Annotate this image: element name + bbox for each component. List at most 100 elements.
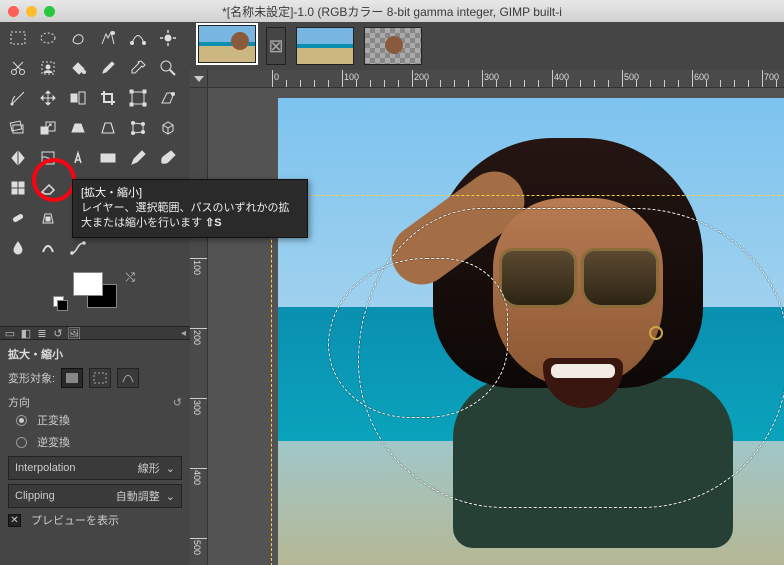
direction-reverse-radio[interactable]	[16, 437, 27, 448]
direction-normal-label: 正変換	[37, 412, 70, 428]
fuzzy-select-tool[interactable]	[96, 26, 120, 50]
reset-direction-icon[interactable]: ↺	[173, 396, 182, 409]
color-swatches: ⤭	[6, 266, 184, 318]
window-title: *[名称未設定]-1.0 (RGBカラー 8-bit gamma integer…	[222, 3, 562, 20]
free-select-tool[interactable]	[66, 26, 90, 50]
image-tab-2[interactable]	[296, 27, 354, 65]
spacer3	[126, 236, 150, 260]
canvas[interactable]	[208, 88, 784, 565]
tab-menu-icon[interactable]: ◂	[181, 328, 186, 339]
warp-tool[interactable]	[36, 146, 60, 170]
swap-colors-icon[interactable]: ⤭	[125, 270, 135, 285]
chevron-down-icon: ⌄	[166, 490, 175, 503]
ellipse-select-tool[interactable]	[36, 26, 60, 50]
transform-target-label: 変形対象:	[8, 370, 55, 386]
device-status-tab[interactable]: ◧	[20, 327, 32, 339]
horizontal-ruler[interactable]: 0100200300400500600700800	[208, 70, 784, 88]
handle-transform-tool[interactable]	[156, 86, 180, 110]
perspective-tool[interactable]	[96, 116, 120, 140]
direction-reverse-label: 逆変換	[37, 434, 70, 450]
clipping-value: 自動調整	[116, 488, 160, 504]
direction-label: 方向	[8, 394, 30, 410]
eraser-tool[interactable]	[36, 176, 60, 200]
image-tab-3[interactable]	[364, 27, 422, 65]
ruler-label: 300	[192, 400, 202, 415]
image-tab-1[interactable]	[198, 25, 256, 63]
images-tab[interactable]: 🖼	[68, 327, 80, 339]
gradient-tool[interactable]	[96, 146, 120, 170]
rect-select-tool[interactable]	[6, 26, 30, 50]
heal-tool[interactable]	[6, 206, 30, 230]
3d-transform-tool[interactable]	[156, 116, 180, 140]
paintbrush-tool[interactable]	[156, 146, 180, 170]
cut-tool[interactable]	[6, 56, 30, 80]
move-tool[interactable]	[36, 86, 60, 110]
preview-label: プレビューを表示	[31, 512, 119, 528]
unified-transform-tool[interactable]	[126, 86, 150, 110]
layers-tab[interactable]: ≣	[36, 327, 48, 339]
image-tabs: ⊠	[190, 22, 784, 70]
minimize-window-icon[interactable]	[26, 6, 37, 17]
scale-tool[interactable]	[36, 116, 60, 140]
left-dock: ⤭ ▭ ◧ ≣ ↺ 🖼 ◂ 拡大・縮小 変形対象: 方向 ↺	[0, 22, 190, 565]
image-tab-close[interactable]: ⊠	[266, 27, 286, 65]
foreground-color-swatch[interactable]	[73, 272, 103, 296]
color-picker-tool[interactable]	[96, 56, 120, 80]
curves-tool[interactable]	[66, 236, 90, 260]
toolbox: ⤭	[0, 22, 190, 326]
text-tool[interactable]	[66, 146, 90, 170]
transform-path-button[interactable]	[117, 368, 139, 388]
interpolation-label: Interpolation	[15, 462, 76, 474]
eyedropper-tool[interactable]	[126, 56, 150, 80]
align-tool[interactable]	[66, 86, 90, 110]
tooltip-shortcut: ⇧S	[205, 217, 222, 229]
interpolation-select[interactable]: Interpolation 線形 ⌄	[8, 456, 182, 480]
crop-tool[interactable]	[96, 86, 120, 110]
perspective-clone-tool[interactable]	[36, 206, 60, 230]
tool-options-panel: 拡大・縮小 変形対象: 方向 ↺ 正変換 逆変換 Interpolation	[0, 340, 190, 565]
spacer4	[156, 236, 180, 260]
image-content	[278, 98, 784, 565]
spacer2	[96, 236, 120, 260]
ruler-label: 200	[192, 330, 202, 345]
foreground-select-tool[interactable]	[36, 56, 60, 80]
close-window-icon[interactable]	[8, 6, 19, 17]
lighting-tool[interactable]	[156, 26, 180, 50]
measure-tool[interactable]	[6, 86, 30, 110]
reset-colors-icon[interactable]	[53, 296, 67, 310]
ruler-origin-icon[interactable]	[190, 70, 208, 88]
bucket-fill-tool[interactable]	[66, 56, 90, 80]
flip-tool[interactable]	[6, 146, 30, 170]
interpolation-value: 線形	[138, 460, 160, 476]
transform-layer-button[interactable]	[61, 368, 83, 388]
canvas-wrap: 0100200300400500600700800 01002003004005…	[190, 70, 784, 565]
pencil-tool[interactable]	[126, 146, 150, 170]
direction-normal-radio[interactable]	[16, 415, 27, 426]
tool-tooltip: [拡大・縮小] レイヤー、選択範囲、パスのいずれかの拡大または縮小を行います ⇧…	[72, 179, 308, 238]
tooltip-title: [拡大・縮小]	[81, 186, 299, 201]
tooltip-body: レイヤー、選択範囲、パスのいずれかの拡大または縮小を行います	[81, 202, 290, 229]
transform-selection-button[interactable]	[89, 368, 111, 388]
clipping-label: Clipping	[15, 490, 55, 502]
rotate-tool[interactable]	[6, 116, 30, 140]
ruler-label: 500	[192, 540, 202, 555]
undo-history-tab[interactable]: ↺	[52, 327, 64, 339]
tool-options-tab[interactable]: ▭	[4, 327, 16, 339]
dock-tab-strip: ▭ ◧ ≣ ↺ 🖼 ◂	[0, 326, 190, 340]
zoom-window-icon[interactable]	[44, 6, 55, 17]
tool-options-title: 拡大・縮小	[8, 346, 182, 362]
cage-transform-tool[interactable]	[126, 116, 150, 140]
droplet-tool[interactable]	[6, 236, 30, 260]
shear-tool[interactable]	[66, 116, 90, 140]
paths-tool[interactable]	[126, 26, 150, 50]
zoom-tool[interactable]	[156, 56, 180, 80]
image-area: ⊠ 0100200300400500600700800 010020030040…	[190, 22, 784, 565]
pattern-tool[interactable]	[6, 176, 30, 200]
vertical-ruler[interactable]: 0100200300400500	[190, 88, 208, 565]
smudge2-tool[interactable]	[36, 236, 60, 260]
ruler-label: 400	[192, 470, 202, 485]
preview-checkbox[interactable]: ✕	[8, 514, 21, 527]
chevron-down-icon: ⌄	[166, 462, 175, 475]
clipping-select[interactable]: Clipping 自動調整 ⌄	[8, 484, 182, 508]
window-titlebar: *[名称未設定]-1.0 (RGBカラー 8-bit gamma integer…	[0, 0, 784, 22]
